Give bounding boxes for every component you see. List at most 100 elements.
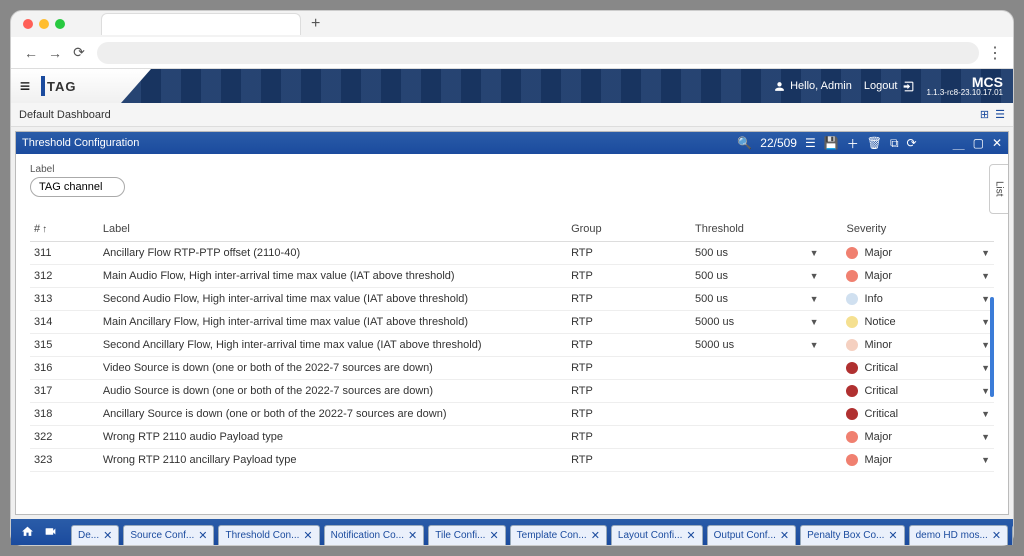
logout-button[interactable]: Logout xyxy=(864,80,915,93)
window-close-dot[interactable] xyxy=(23,19,33,29)
close-tab-icon[interactable]: ✕ xyxy=(686,529,695,542)
footer-tab[interactable]: Layout Confi...✕ xyxy=(611,525,703,545)
footer-tab[interactable]: Tile Confi...✕ xyxy=(428,525,505,545)
cell-severity[interactable]: Minor▼ xyxy=(842,334,994,357)
close-tab-icon[interactable]: ✕ xyxy=(591,529,600,542)
cell-threshold[interactable]: 500 us▼ xyxy=(691,242,842,265)
chevron-down-icon[interactable]: ▼ xyxy=(981,248,990,258)
close-tab-icon[interactable]: ✕ xyxy=(303,529,312,542)
cell-severity[interactable]: Notice▼ xyxy=(842,311,994,334)
table-row[interactable]: 315Second Ancillary Flow, High inter-arr… xyxy=(30,334,994,357)
list-tab[interactable]: List xyxy=(989,164,1008,214)
table-row[interactable]: 323Wrong RTP 2110 ancillary Payload type… xyxy=(30,449,994,472)
chevron-down-icon[interactable]: ▼ xyxy=(981,317,990,327)
chevron-down-icon[interactable]: ▼ xyxy=(810,248,819,258)
chevron-down-icon[interactable]: ▼ xyxy=(981,455,990,465)
window-min-dot[interactable] xyxy=(39,19,49,29)
new-tab-button[interactable]: + xyxy=(311,15,320,33)
chevron-down-icon[interactable]: ▼ xyxy=(981,340,990,350)
close-tab-icon[interactable]: ✕ xyxy=(103,529,112,542)
maximize-icon[interactable]: ▢ xyxy=(973,136,984,150)
cell-threshold[interactable] xyxy=(691,403,842,426)
camera-icon[interactable] xyxy=(44,525,57,541)
footer-tab[interactable]: demo HD mos...✕ xyxy=(909,525,1008,545)
cell-severity[interactable]: Major▼ xyxy=(842,265,994,288)
back-button[interactable]: ← xyxy=(21,43,41,63)
footer-tab[interactable]: Source Conf...✕ xyxy=(123,525,214,545)
chevron-down-icon[interactable]: ▼ xyxy=(981,271,990,281)
close-tab-icon[interactable]: ✕ xyxy=(780,529,789,542)
cell-threshold[interactable] xyxy=(691,357,842,380)
list-view-icon[interactable]: ☰ xyxy=(995,108,1005,121)
cell-threshold[interactable]: 500 us▼ xyxy=(691,288,842,311)
col-threshold[interactable]: Threshold xyxy=(691,217,842,242)
cell-severity[interactable]: Critical▼ xyxy=(842,380,994,403)
cell-severity[interactable]: Major▼ xyxy=(842,426,994,449)
forward-button[interactable]: → xyxy=(45,43,65,63)
footer-tab[interactable]: Penalty Box Co...✕ xyxy=(800,525,904,545)
cell-threshold[interactable]: 500 us▼ xyxy=(691,265,842,288)
table-row[interactable]: 313Second Audio Flow, High inter-arrival… xyxy=(30,288,994,311)
chevron-down-icon[interactable]: ▼ xyxy=(810,340,819,350)
grid-view-icon[interactable]: ⊞ xyxy=(980,108,989,121)
cell-severity[interactable]: Info▼ xyxy=(842,288,994,311)
footer-tab[interactable]: Output Conf...✕ xyxy=(707,525,796,545)
browser-tab[interactable] xyxy=(101,13,301,35)
chevron-down-icon[interactable]: ▼ xyxy=(981,294,990,304)
save-icon[interactable]: 💾 xyxy=(824,136,839,150)
table-row[interactable]: 316Video Source is down (one or both of … xyxy=(30,357,994,380)
minimize-icon[interactable]: ＿ xyxy=(953,135,965,152)
table-row[interactable]: 314Main Ancillary Flow, High inter-arriv… xyxy=(30,311,994,334)
address-bar[interactable] xyxy=(97,42,979,64)
footer-tab[interactable]: Notification Co...✕ xyxy=(324,525,425,545)
col-label[interactable]: Label xyxy=(99,217,567,242)
chevron-down-icon[interactable]: ▼ xyxy=(981,363,990,373)
chevron-down-icon[interactable]: ▼ xyxy=(981,409,990,419)
browser-menu-button[interactable]: ⋮ xyxy=(985,43,1005,63)
cell-threshold[interactable]: 5000 us▼ xyxy=(691,311,842,334)
reload-button[interactable]: ⟳ xyxy=(69,43,89,63)
cell-severity[interactable]: Critical▼ xyxy=(842,357,994,380)
col-severity[interactable]: Severity xyxy=(842,217,994,242)
user-info[interactable]: Hello, Admin xyxy=(773,80,852,93)
cell-severity[interactable]: Critical▼ xyxy=(842,403,994,426)
close-icon[interactable]: ✕ xyxy=(992,136,1002,150)
refresh-icon[interactable]: ⟳ xyxy=(907,136,917,150)
footer-tab[interactable]: Interface con...✕ xyxy=(1012,525,1013,545)
table-row[interactable]: 317Audio Source is down (one or both of … xyxy=(30,380,994,403)
close-tab-icon[interactable]: ✕ xyxy=(888,529,897,542)
table-row[interactable]: 312Main Audio Flow, High inter-arrival t… xyxy=(30,265,994,288)
cell-threshold[interactable] xyxy=(691,449,842,472)
cell-severity[interactable]: Major▼ xyxy=(842,449,994,472)
chevron-down-icon[interactable]: ▼ xyxy=(981,432,990,442)
window-max-dot[interactable] xyxy=(55,19,65,29)
close-tab-icon[interactable]: ✕ xyxy=(198,529,207,542)
footer-tab[interactable]: De...✕ xyxy=(71,525,119,545)
cell-threshold[interactable] xyxy=(691,380,842,403)
footer-tab[interactable]: Template Con...✕ xyxy=(510,525,607,545)
col-group[interactable]: Group xyxy=(567,217,691,242)
table-row[interactable]: 318Ancillary Source is down (one or both… xyxy=(30,403,994,426)
cell-threshold[interactable] xyxy=(691,426,842,449)
delete-icon[interactable]: 🗑 xyxy=(867,136,882,150)
footer-tab[interactable]: Threshold Con...✕ xyxy=(218,525,319,545)
label-input[interactable] xyxy=(30,177,125,197)
close-tab-icon[interactable]: ✕ xyxy=(489,529,498,542)
close-tab-icon[interactable]: ✕ xyxy=(408,529,417,542)
close-tab-icon[interactable]: ✕ xyxy=(992,529,1001,542)
list-icon[interactable]: ☰ xyxy=(805,136,816,150)
chevron-down-icon[interactable]: ▼ xyxy=(810,317,819,327)
add-icon[interactable]: ＋ xyxy=(847,135,859,152)
table-row[interactable]: 311Ancillary Flow RTP-PTP offset (2110-4… xyxy=(30,242,994,265)
home-icon[interactable] xyxy=(21,525,34,541)
menu-icon[interactable]: ≡ xyxy=(11,76,39,97)
scrollbar-thumb[interactable] xyxy=(990,297,994,397)
chevron-down-icon[interactable]: ▼ xyxy=(981,386,990,396)
table-row[interactable]: 322Wrong RTP 2110 audio Payload typeRTPM… xyxy=(30,426,994,449)
chevron-down-icon[interactable]: ▼ xyxy=(810,271,819,281)
cell-severity[interactable]: Major▼ xyxy=(842,242,994,265)
search-icon[interactable]: 🔍 xyxy=(737,136,752,150)
col-num[interactable]: #↑ xyxy=(30,217,99,242)
chevron-down-icon[interactable]: ▼ xyxy=(810,294,819,304)
copy-icon[interactable]: ⧉ xyxy=(890,136,899,151)
